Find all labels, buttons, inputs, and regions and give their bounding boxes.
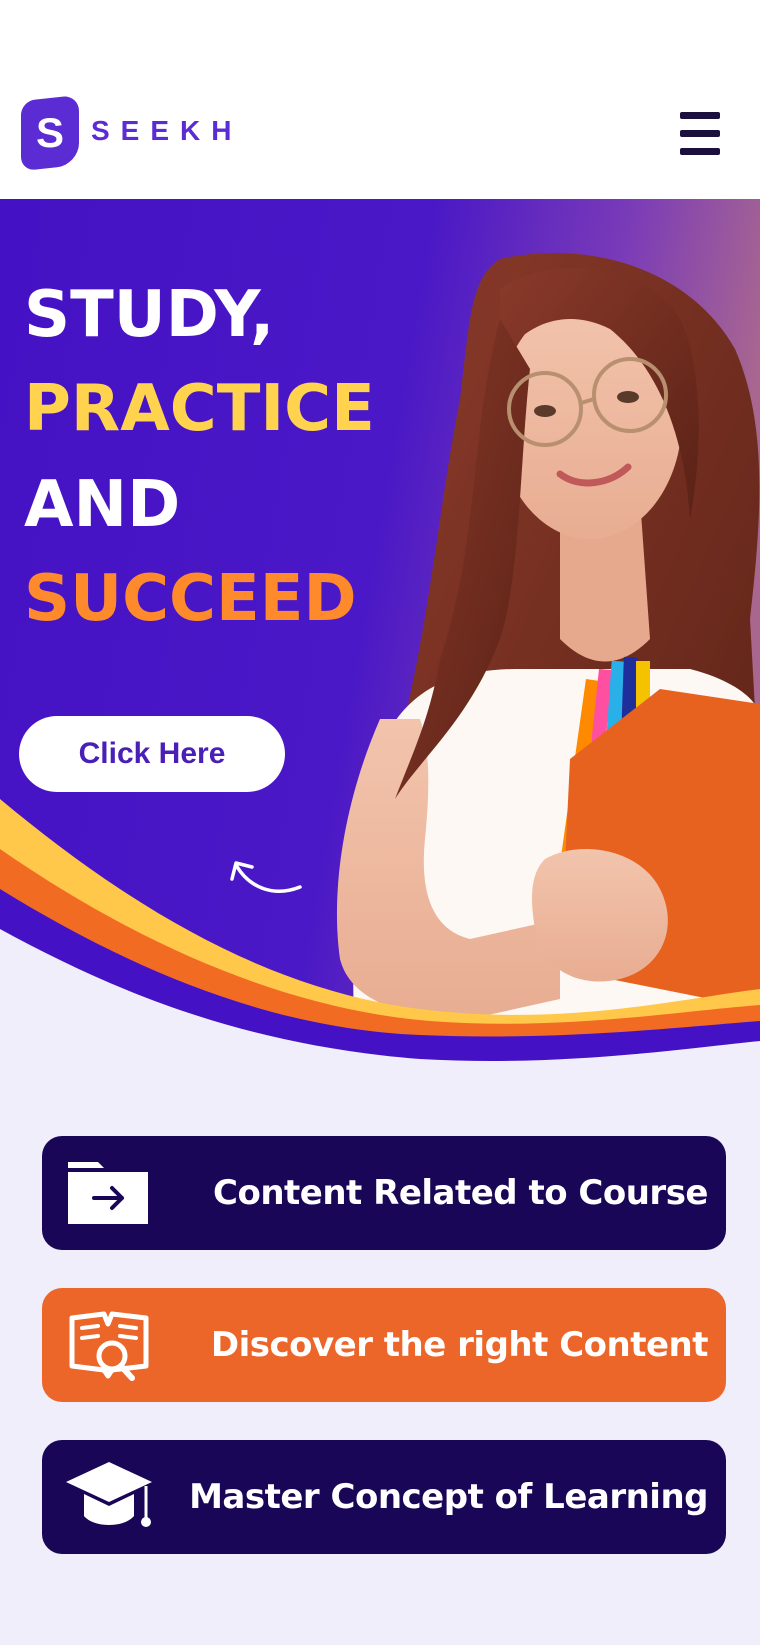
logo-letter: S bbox=[35, 109, 64, 157]
headline-line-1: STUDY, bbox=[24, 278, 275, 352]
feature-master-concept-button[interactable]: Master Concept of Learning bbox=[42, 1440, 726, 1554]
folder-arrow-icon bbox=[68, 1162, 148, 1224]
graduation-cap-icon bbox=[66, 1462, 152, 1527]
app-header: S SEEKH bbox=[0, 0, 760, 199]
hamburger-menu-icon[interactable] bbox=[678, 110, 722, 156]
feature-label: Content Related to Course bbox=[213, 1173, 708, 1213]
click-here-button[interactable]: Click Here bbox=[19, 716, 285, 792]
headline-line-2: PRACTICE bbox=[24, 372, 375, 446]
feature-discover-content-button[interactable]: Discover the right Content bbox=[42, 1288, 726, 1402]
feature-label: Master Concept of Learning bbox=[189, 1477, 708, 1517]
brand-name: SEEKH bbox=[91, 115, 243, 146]
hero-banner: STUDY, PRACTICE AND SUCCEED Click Here bbox=[0, 199, 760, 1079]
feature-content-related-button[interactable]: Content Related to Course bbox=[42, 1136, 726, 1250]
book-search-icon bbox=[69, 1311, 149, 1381]
logo-badge-icon: S bbox=[21, 94, 79, 172]
brand-logo[interactable]: S SEEKH bbox=[21, 94, 243, 172]
headline-line-3: AND bbox=[24, 468, 181, 542]
headline-line-4: SUCCEED bbox=[24, 562, 357, 636]
feature-label: Discover the right Content bbox=[210, 1325, 709, 1365]
